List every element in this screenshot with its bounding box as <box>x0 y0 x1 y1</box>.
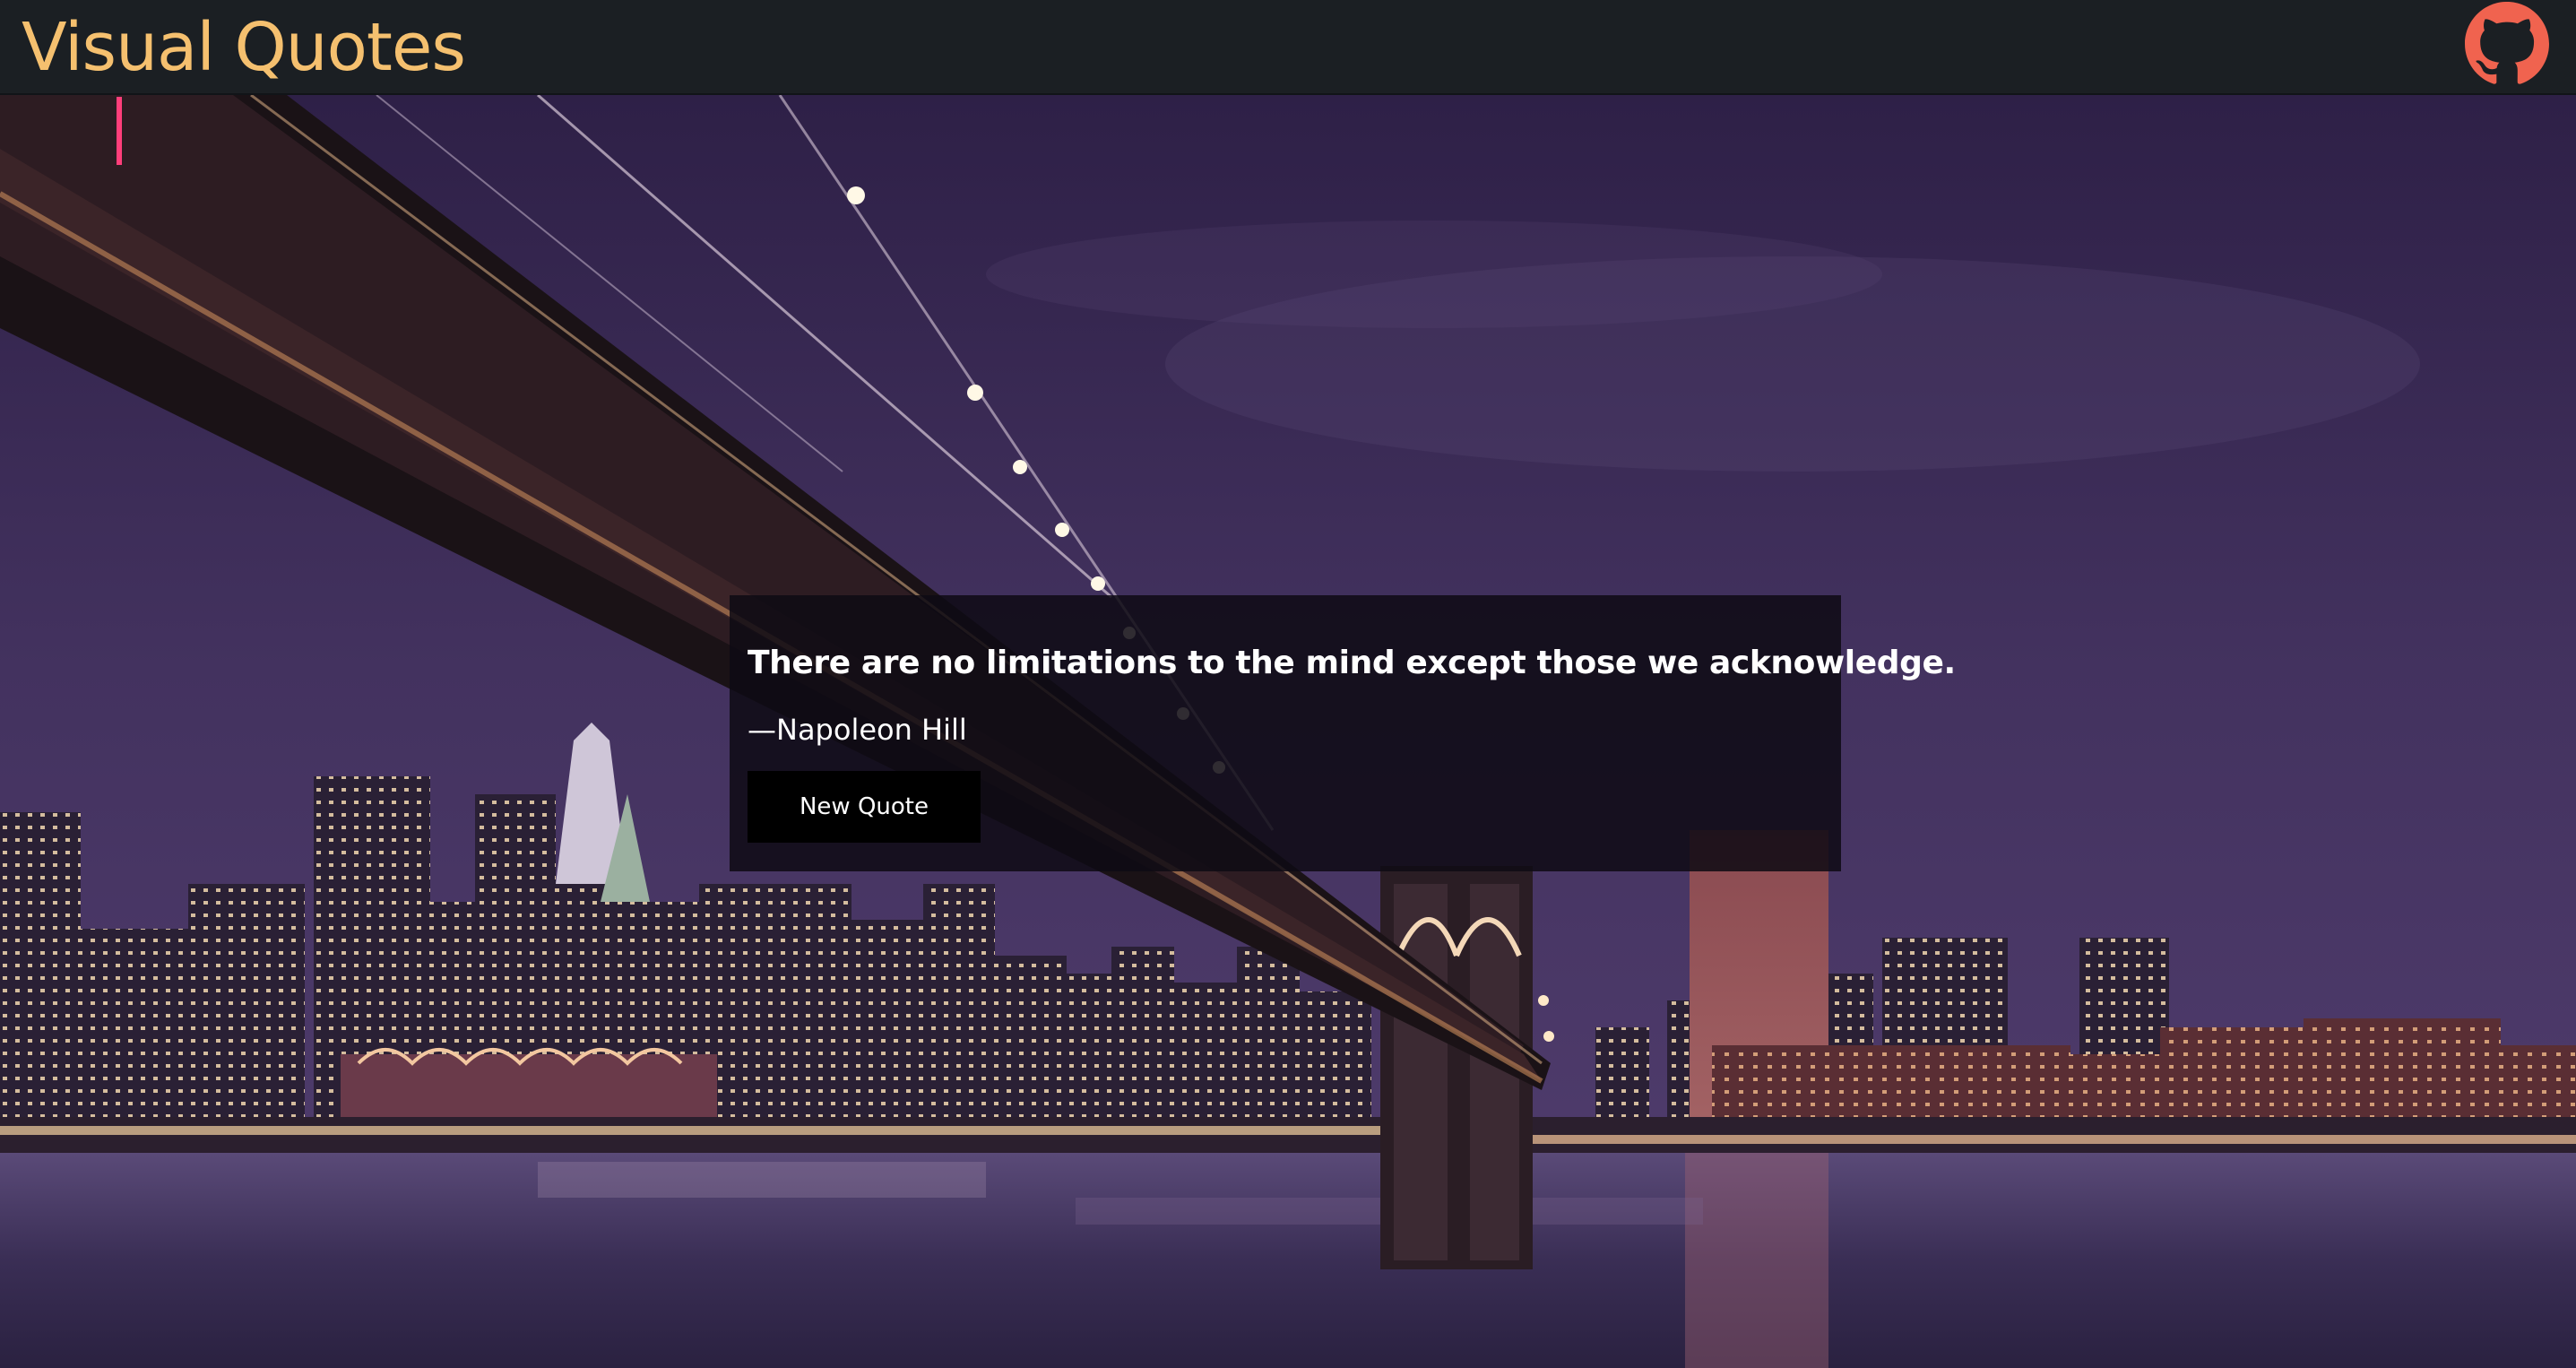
quote-text: There are no limitations to the mind exc… <box>748 645 1956 681</box>
github-icon[interactable] <box>2465 2 2549 86</box>
quote-author: —Napoleon Hill <box>748 713 967 747</box>
top-bar: Visual Quotes <box>0 0 2576 95</box>
app-title: Visual Quotes <box>22 9 466 86</box>
quote-card: There are no limitations to the mind exc… <box>730 595 1956 871</box>
new-quote-button[interactable]: New Quote <box>748 771 981 843</box>
